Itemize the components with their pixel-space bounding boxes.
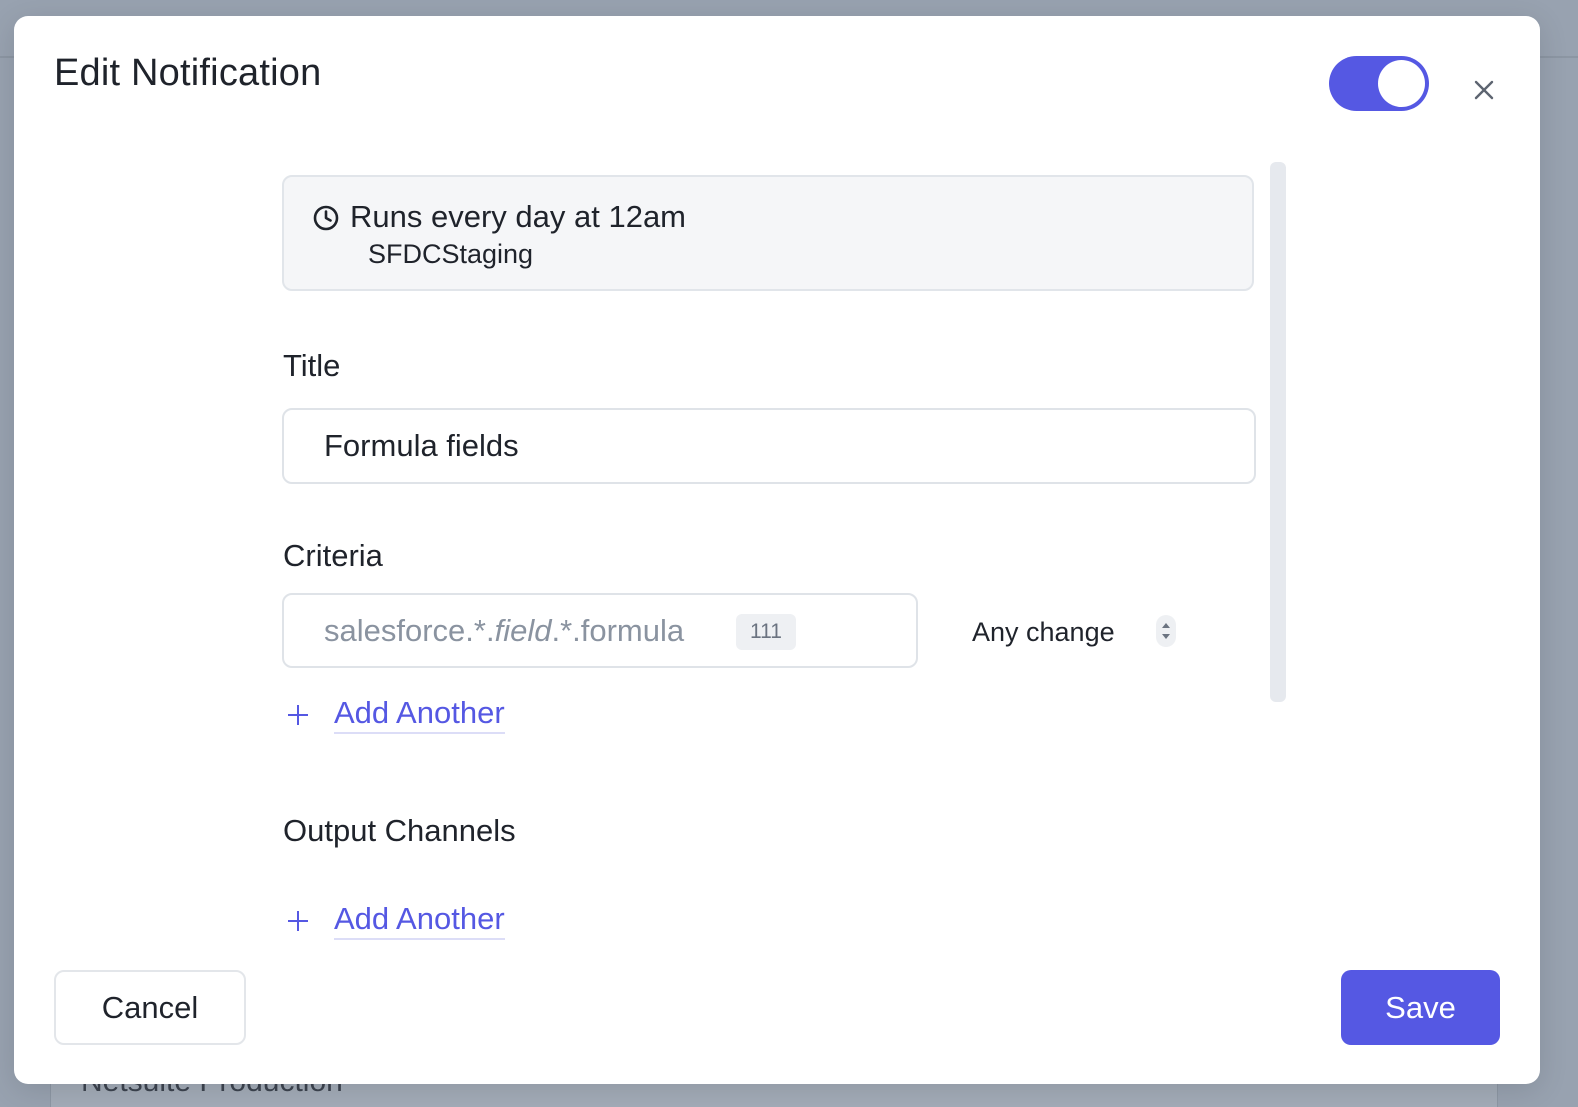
modal-title: Edit Notification (54, 52, 322, 94)
save-button[interactable]: Save (1341, 970, 1500, 1045)
criteria-path-suffix: .*.formula (551, 613, 685, 648)
add-channel-label: Add Another (334, 901, 505, 940)
criteria-path-field: field (494, 613, 552, 648)
criteria-path-prefix: salesforce.*. (324, 613, 495, 648)
condition-select-value: Any change (972, 617, 1115, 647)
output-channels-label: Output Channels (283, 813, 516, 848)
scroll-content-clip: Add Another (14, 896, 1540, 948)
cancel-button[interactable]: Cancel (54, 970, 246, 1045)
criteria-input[interactable]: salesforce.*.field.*.formula 111 (282, 593, 918, 668)
scrollbar[interactable] (1270, 162, 1286, 702)
criteria-count-badge: 111 (736, 614, 796, 650)
plus-icon (288, 911, 308, 931)
schedule-source: SFDCStaging (368, 239, 534, 269)
close-button[interactable] (1466, 72, 1502, 108)
add-criteria-button[interactable]: Add Another (286, 695, 546, 737)
add-channel-button[interactable]: Add Another (286, 901, 546, 943)
condition-select[interactable]: Any change (960, 613, 1180, 653)
title-label: Title (283, 348, 341, 383)
criteria-path: salesforce.*.field.*.formula (324, 613, 684, 649)
plus-icon (288, 705, 308, 725)
enabled-toggle[interactable] (1329, 56, 1429, 111)
close-icon (1474, 80, 1494, 100)
criteria-label: Criteria (283, 538, 383, 573)
schedule-text: Runs every day at 12am (350, 199, 687, 234)
toggle-knob (1378, 60, 1425, 107)
schedule-summary: Runs every day at 12am SFDCStaging (282, 175, 1254, 291)
edit-notification-modal: Edit Notification Runs every day at 12am… (14, 16, 1540, 1084)
title-input[interactable] (282, 408, 1256, 484)
sort-arrows-icon (1156, 615, 1176, 647)
clock-icon (313, 205, 339, 231)
add-criteria-label: Add Another (334, 695, 505, 734)
